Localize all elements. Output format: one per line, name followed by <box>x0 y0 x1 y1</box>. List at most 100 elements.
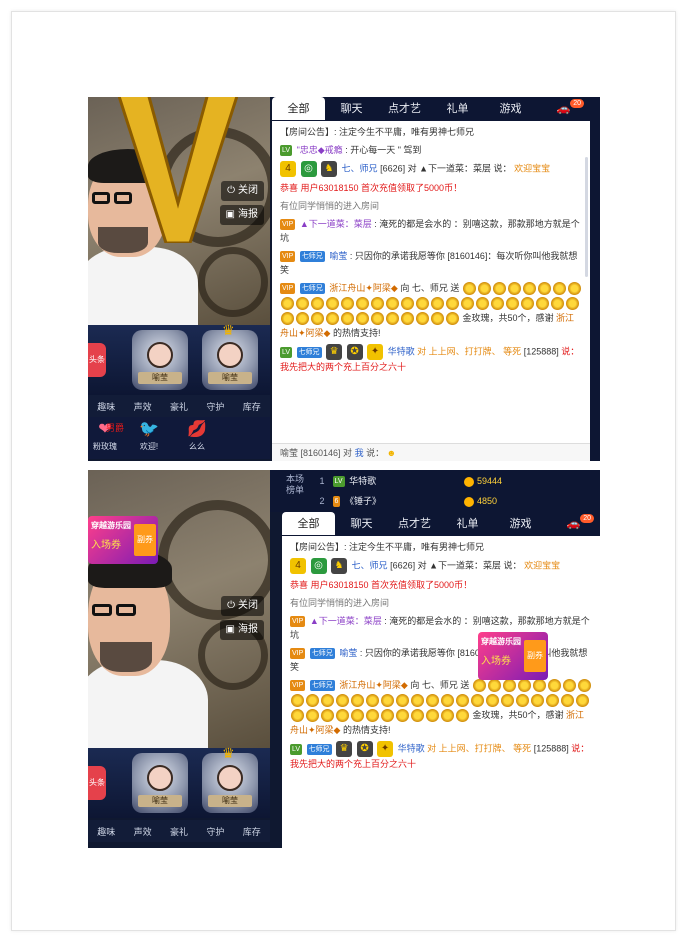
seat-1[interactable]: 喻莹 <box>132 330 188 390</box>
tab-car[interactable]: 🚗 20 <box>547 512 600 535</box>
nav-fun[interactable]: 趣味 <box>97 825 115 838</box>
seat-name: 喻莹 <box>138 372 182 384</box>
nav-gifts[interactable]: 豪礼 <box>170 825 188 838</box>
level-badge: VIP <box>290 616 306 628</box>
badge-icon: ◎ <box>300 161 317 177</box>
message-list: 【房间公告】: 注定今生不平庸，唯有男神七师兄 4 ◎ ♞ 七、师兄 [6626… <box>282 536 600 771</box>
list-item: 4 ◎ ♞ 七、师兄 [6626] 对 ▲下一道菜：菜层 说： 欢迎宝宝 <box>290 558 592 574</box>
gift-item[interactable]: 🐦 欢迎! <box>132 419 166 452</box>
nav-fun[interactable]: 趣味 <box>97 400 115 413</box>
level-icon: 4 <box>290 558 306 574</box>
badge-icon: ✪ <box>346 344 363 361</box>
seat-name: 喻莹 <box>138 795 182 807</box>
motorbike-wheel <box>198 247 268 317</box>
nav-gifts[interactable]: 豪礼 <box>170 400 188 413</box>
glasses-icon <box>92 604 112 616</box>
screenshot-bottom: ⏻ 关闭 ▣ 海报 穿越游乐园 入场券 副券 头条 喻莹 ♛ 喻莹 趣味 声效 豪礼… <box>88 470 600 848</box>
nav-sound[interactable]: 声效 <box>134 400 152 413</box>
level-badge: 七师兄 <box>296 346 322 358</box>
list-item: LV 七师兄 ♛ ✪ ✦ 华特歌 对 上上网、打打牌、 等死 [125888] … <box>290 741 590 770</box>
guest-seats: 头条 喻莹 ♛ 喻莹 <box>88 745 270 818</box>
bird-icon: 🐦 <box>139 421 159 438</box>
power-icon: ⏻ <box>227 600 235 611</box>
chat-target-row: 喻莹 [8160146] 对 我 说： ☻ <box>272 443 590 461</box>
person-body <box>88 247 198 325</box>
tab-giftlist[interactable]: 礼单 <box>441 512 494 535</box>
badge-icon: ✪ <box>356 741 373 758</box>
level-badge: LV <box>280 145 293 157</box>
nav-stock[interactable]: 库存 <box>243 400 261 413</box>
avatar <box>217 765 243 791</box>
crown-icon: ♛ <box>222 745 235 761</box>
avatar <box>147 342 173 368</box>
list-item: 恭喜 用户63018150 首次充值领取了5000币！ <box>280 183 463 193</box>
tab-game[interactable]: 游戏 <box>494 512 547 535</box>
level-badge: 七师兄 <box>299 283 325 295</box>
badge-icon: ♛ <box>336 741 353 758</box>
nav-guard[interactable]: 守护 <box>206 825 224 838</box>
nav-guard[interactable]: 守护 <box>206 400 224 413</box>
list-item: LV 七师兄 ♛ ✪ ✦ 华特歌 对 上上网、打打牌、 等死 [125888] … <box>280 344 580 373</box>
avatar <box>217 342 243 368</box>
tab-chat[interactable]: 聊天 <box>325 97 378 120</box>
headline-badge[interactable]: 头条 <box>88 766 106 800</box>
promo-banner[interactable]: 穿越游乐园 入场券 副券 <box>478 632 548 680</box>
poster-button[interactable]: ▣ 海报 <box>219 205 264 225</box>
badge-icon: ♞ <box>321 161 338 177</box>
tab-talent[interactable]: 点才艺 <box>388 512 441 535</box>
list-item: 4 ◎ ♞ 七、师兄 [6626] 对 ▲下一道菜：菜层 说： 欢迎宝宝 <box>280 161 582 177</box>
emoji-icon[interactable]: ☻ <box>387 448 396 458</box>
chat-tabs: 全部 聊天 点才艺 礼单 游戏 🚗 20 <box>282 512 600 536</box>
list-item: 恭喜 用户63018150 首次充值领取了5000币！ <box>290 580 473 590</box>
side-strip <box>590 97 600 461</box>
seat-2[interactable]: ♛ 喻莹 <box>202 322 258 390</box>
nav-sound[interactable]: 声效 <box>134 825 152 838</box>
gift-item[interactable]: 男爵 <box>98 417 132 439</box>
headline-badge[interactable]: 头条 <box>88 343 106 377</box>
gift-row: ❤ 粉玫瑰 男爵 🐦 欢迎! 💋 么么 <box>88 417 270 459</box>
car-icon: 🚗 <box>556 103 571 115</box>
seat-1[interactable]: 喻莹 <box>132 753 188 813</box>
level-badge: VIP <box>290 680 306 692</box>
badge-icon: ◎ <box>310 558 327 574</box>
level-badge: 七师兄 <box>299 251 325 263</box>
tab-giftlist[interactable]: 礼单 <box>431 97 484 120</box>
tab-all[interactable]: 全部 <box>272 97 325 120</box>
level-badge: 七师兄 <box>306 743 332 755</box>
seat-name: 喻莹 <box>208 795 252 807</box>
leaderboard-row[interactable]: 2 6 《锤子》 4850 <box>314 492 596 510</box>
level-badge: 6 <box>332 496 341 508</box>
seat-2[interactable]: ♛ 喻莹 <box>202 745 258 813</box>
tab-talent[interactable]: 点才艺 <box>378 97 431 120</box>
tab-car[interactable]: 🚗 20 <box>537 97 590 120</box>
leaderboard-row[interactable]: 1 LV 华特歌 59444 <box>314 472 596 490</box>
scrollbar[interactable] <box>585 157 588 277</box>
video-area: ⏻ 关闭 ▣ 海报 <box>88 97 270 325</box>
poster-button[interactable]: ▣ 海报 <box>219 620 264 640</box>
tab-chat[interactable]: 聊天 <box>335 512 388 535</box>
tab-game[interactable]: 游戏 <box>484 97 537 120</box>
crown-icon: ♛ <box>222 322 235 338</box>
power-icon: ⏻ <box>227 185 235 196</box>
glasses-icon <box>116 604 136 616</box>
tab-all[interactable]: 全部 <box>282 512 335 535</box>
list-item: 有位同学悄悄的进入房间 <box>280 201 380 211</box>
chat-panel: 全部 聊天 点才艺 礼单 游戏 🚗 20 【房间公告】: 注定今生不平庸，唯有男神… <box>272 97 590 461</box>
level-badge: 七师兄 <box>309 680 335 692</box>
screenshot-top: ⏻ 关闭 ▣ 海报 头条 喻莹 ♛ 喻莹 趣味 声效 豪礼 守护 库存 ❤ 粉玫瑰 男… <box>88 97 600 461</box>
close-button[interactable]: ⏻ 关闭 <box>221 596 264 616</box>
nav-stock[interactable]: 库存 <box>243 825 261 838</box>
video-area: ⏻ 关闭 ▣ 海报 穿越游乐园 入场券 副券 <box>88 470 270 748</box>
list-item: VIP 七师兄 喻莹 : 只因你的承诺我愿等你 [8160146]：每次听你叫他… <box>280 251 578 275</box>
bottom-nav: 趣味 声效 豪礼 守护 库存 <box>88 820 270 842</box>
list-item: 有位同学悄悄的进入房间 <box>290 598 390 608</box>
glasses-icon <box>92 192 110 204</box>
gift-item[interactable]: 💋 么么 <box>180 419 214 452</box>
leaderboard: 本场榜单 1 LV 华特歌 59444 2 6 《锤子》 4850 <box>270 470 600 512</box>
message-list: 【房间公告】: 注定今生不平庸，唯有男神七师兄 LV "忠忠◆戒瘾 : 开心每一… <box>272 121 590 374</box>
promo-banner[interactable]: 穿越游乐园 入场券 副券 <box>88 516 158 564</box>
coin-icon <box>464 496 474 507</box>
level-badge: LV <box>280 346 293 358</box>
close-button[interactable]: ⏻ 关闭 <box>221 181 264 201</box>
coin-icon <box>464 476 474 487</box>
